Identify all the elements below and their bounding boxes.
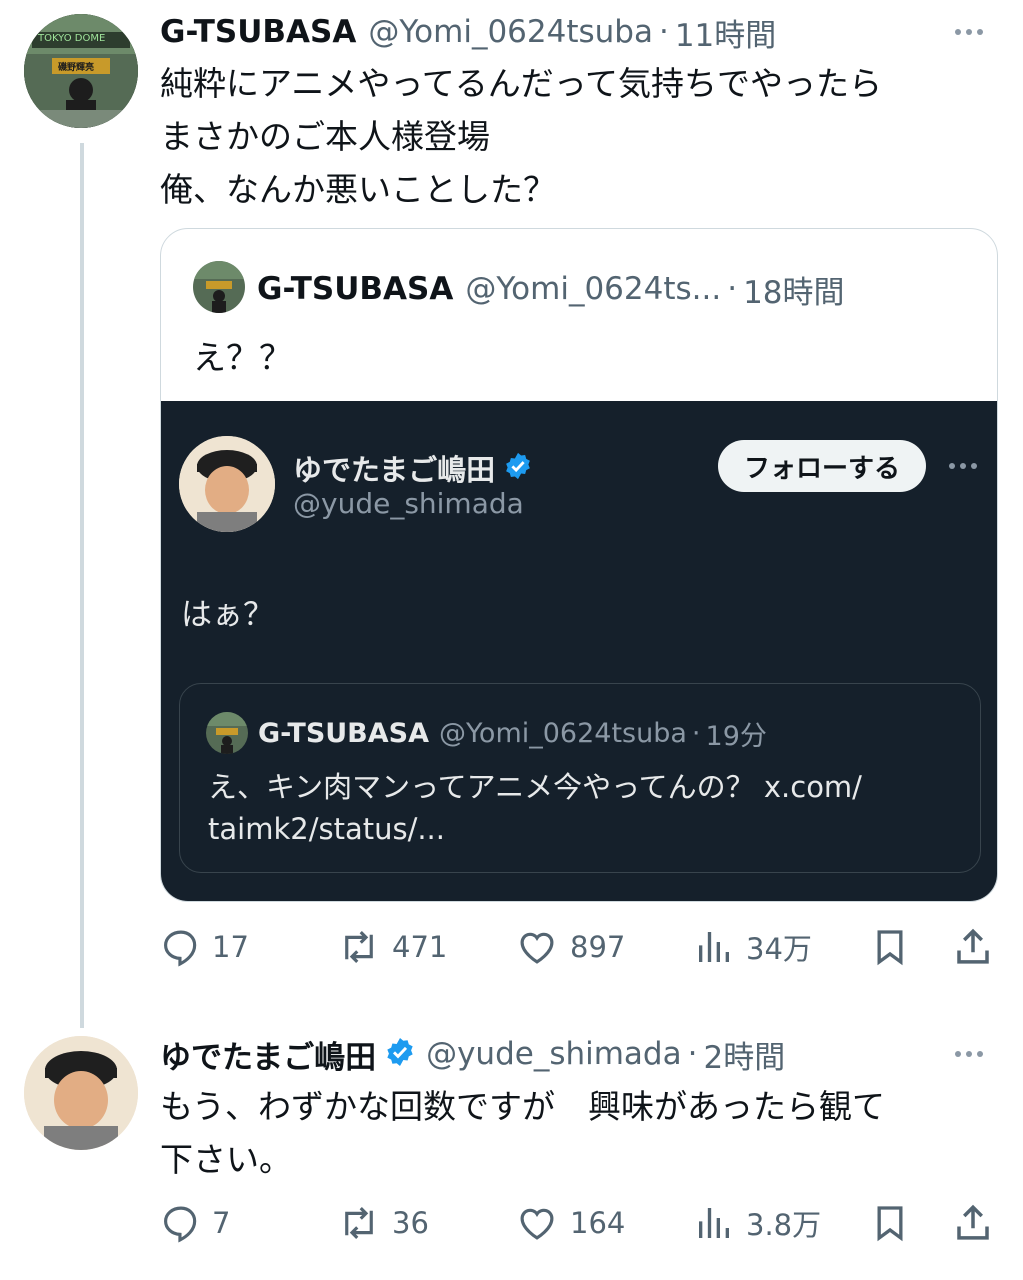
reply-text-line: もう、わずかな回数ですが 興味があったら観て [160,1087,886,1126]
quote-avatar-image [193,261,245,313]
share-icon [957,928,989,964]
bookmark-button[interactable] [870,926,910,968]
quote-avatar [193,261,245,313]
avatar[interactable]: TOKYO DOME 磯野輝亮 [24,14,138,128]
dot-separator: · [658,14,669,50]
reply-count: 7 [212,1206,231,1240]
screenshot-text: はぁ？ [181,597,274,633]
reply-button[interactable]: 17 [160,926,249,968]
quote-tweet-card[interactable]: G-TSUBASA @Yomi_0624ts... · 18時間 え？？ ゆでた… [160,228,998,902]
avatar-sign-text: TOKYO DOME [38,33,106,44]
like-count: 164 [570,1206,626,1240]
bookmark-button[interactable] [870,1202,910,1244]
like-button[interactable]: 897 [516,926,625,968]
tweet-time[interactable]: 11時間 [675,10,776,55]
inner-quote-author-name: G-TSUBASA [258,718,430,749]
share-button[interactable] [952,926,994,968]
quote-time: 18時間 [743,274,845,311]
reply-icon [164,1206,197,1243]
dot-separator: · [691,718,701,749]
reply-button[interactable]: 7 [160,1202,230,1244]
views-button[interactable]: 34万 [694,926,812,968]
author-handle[interactable]: @Yomi_0624tsuba [368,14,653,50]
inner-quote-text-line: え、キン肉マンってアニメ今やってんの？ x.com/ [208,770,862,804]
tweet-text-line: 純粋にアニメやってるんだって気持ちでやったら [160,64,883,103]
reply-icon [164,930,197,967]
bookmark-icon [877,1206,903,1242]
screenshot-author-handle: @yude_shimada [293,487,524,520]
reply-text: もう、わずかな回数ですが 興味があったら観て 下さい。 [160,1080,885,1186]
retweet-icon [345,931,373,963]
views-button[interactable]: 3.8万 [694,1202,821,1244]
quote-header: G-TSUBASA @Yomi_0624ts... · 18時間 [257,267,845,311]
tweet-text-line: 俺、なんか悪いことした？ [160,170,556,209]
retweet-icon [345,1207,373,1239]
like-icon [520,932,554,964]
inner-quote-avatar-image [206,712,248,754]
more-options-icon[interactable] [955,1051,983,1057]
thread-line [80,143,84,1028]
reply-author-handle[interactable]: @yude_shimada [426,1036,682,1072]
more-options-icon[interactable] [955,29,983,35]
share-button[interactable] [952,1202,994,1244]
share-icon [957,1204,989,1240]
retweet-count: 36 [392,1206,429,1240]
reply-count: 17 [212,930,249,964]
views-icon [699,1208,729,1238]
inner-quote-author-handle: @Yomi_0624tsuba [439,718,687,749]
quote-text: え？？ [193,338,292,377]
screenshot-avatar [179,436,275,532]
tweet-header: G-TSUBASA @Yomi_0624tsuba · 11時間 [160,10,776,54]
inner-quote-header: G-TSUBASA @Yomi_0624tsuba · 19分 [258,714,767,753]
like-button[interactable]: 164 [516,1202,625,1244]
quote-author-handle: @Yomi_0624ts... [465,271,722,307]
screenshot-inner-quote: G-TSUBASA @Yomi_0624tsuba · 19分 え、キン肉マンっ… [179,683,981,873]
like-count: 897 [570,930,626,964]
quote-author-name: G-TSUBASA [257,271,454,307]
bookmark-icon [877,930,903,966]
verified-icon [503,451,533,485]
views-count: 34万 [746,932,812,966]
inner-quote-time: 19分 [705,721,767,752]
views-icon [699,932,729,962]
reply-author-avatar[interactable] [24,1036,138,1150]
retweet-count: 471 [392,930,448,964]
retweet-button[interactable]: 36 [336,1202,429,1244]
dot-separator: · [687,1036,698,1072]
tweet-text: 純粋にアニメやってるんだって気持ちでやったら まさかのご本人様登場 俺、なんか悪… [160,57,882,216]
views-count: 3.8万 [746,1208,822,1242]
screenshot-author-name: ゆでたまご嶋田 [293,453,496,487]
reply-time[interactable]: 2時間 [703,1032,785,1077]
tweet-text-line: まさかのご本人様登場 [160,117,490,156]
inner-quote-text-line: taimk2/status/... [208,812,445,846]
avatar-banner-text: 磯野輝亮 [58,63,95,73]
dot-separator: · [727,271,738,307]
screenshot-more-icon [949,463,977,469]
inner-quote-text: え、キン肉マンってアニメ今やってんの？ x.com/ taimk2/status… [208,766,862,850]
author-name[interactable]: G-TSUBASA [160,14,356,50]
retweet-button[interactable]: 471 [336,926,447,968]
quote-image[interactable]: ゆでたまご嶋田 @yude_shimada フォローする はぁ？ G-TSUBA… [161,401,997,901]
reply-header: ゆでたまご嶋田 @yude_shimada · 2時間 [160,1030,785,1078]
like-icon [520,1208,554,1240]
follow-button: フォローする [718,440,926,492]
reply-text-line: 下さい。 [160,1140,292,1179]
inner-quote-avatar [206,712,248,754]
reply-author-avatar-image [24,1036,138,1150]
screenshot-avatar-image [179,436,275,532]
verified-icon [384,1036,416,1072]
screenshot-header: ゆでたまご嶋田 [293,447,533,489]
reply-author-name[interactable]: ゆでたまご嶋田 [160,1032,376,1077]
